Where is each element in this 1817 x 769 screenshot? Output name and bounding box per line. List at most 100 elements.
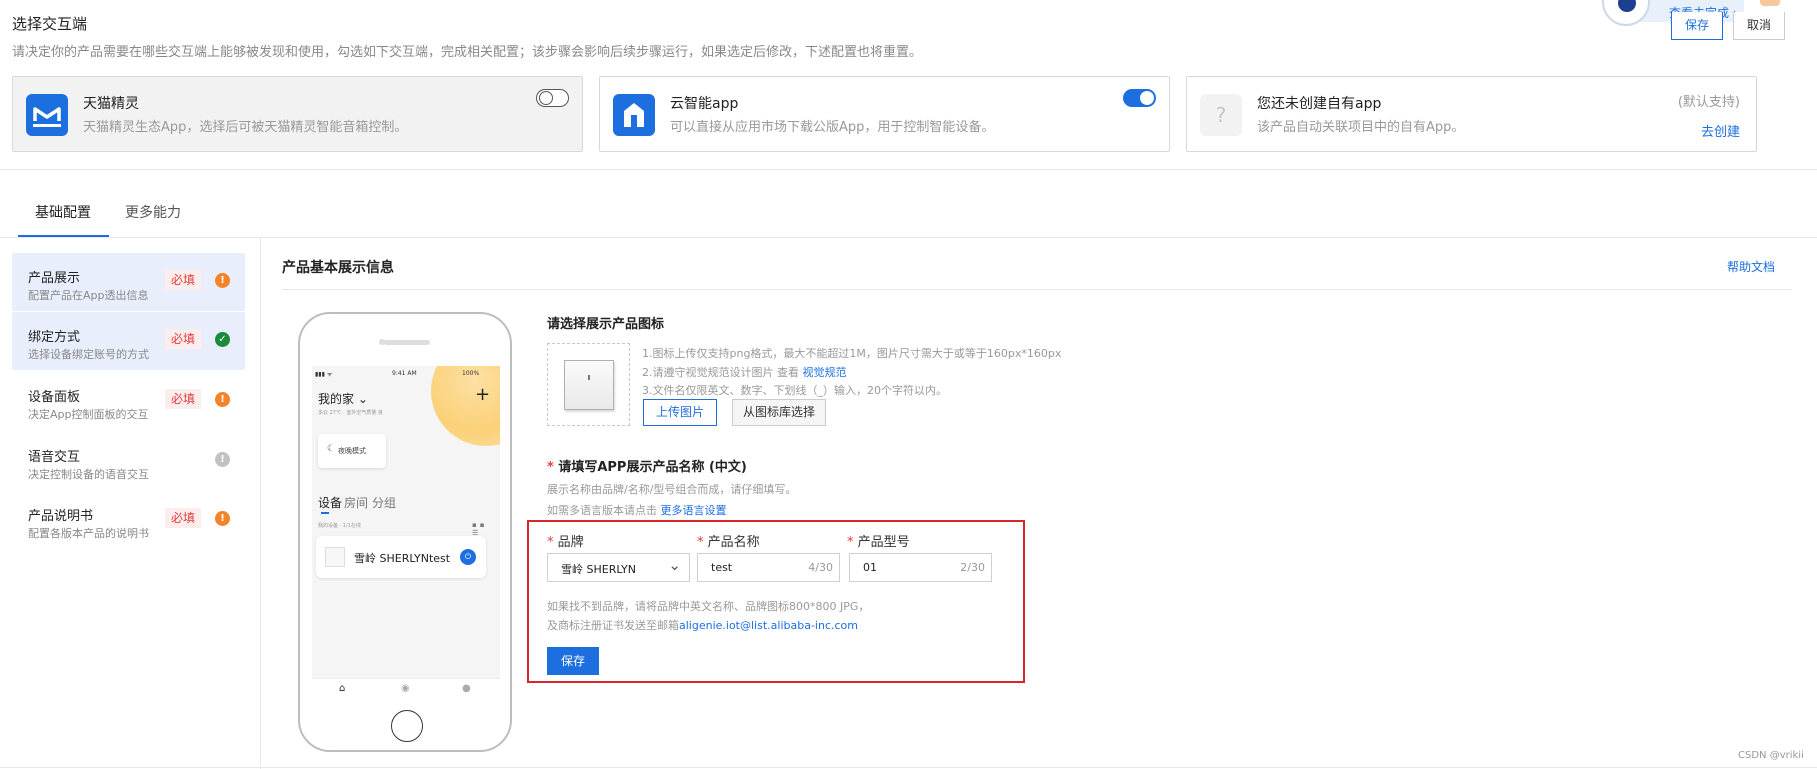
product-name-label: * 产品名称	[697, 535, 760, 550]
product-name-value: test	[711, 561, 733, 574]
create-app-link[interactable]: 去创建	[1701, 121, 1740, 140]
home-title: 我的家 ⌄	[318, 392, 368, 406]
phone-tab-groups: 分组	[372, 496, 397, 510]
top-save-button[interactable]: 保存	[1671, 12, 1723, 40]
menu-desc: 选择设备绑定账号的方式	[28, 348, 149, 361]
brand-label: * 品牌	[547, 535, 584, 550]
config-tabs: 基础配置 更多能力	[0, 182, 1817, 238]
phone-speaker	[384, 340, 430, 345]
profile-nav-icon: ●	[462, 683, 471, 694]
question-icon: ?	[1200, 94, 1242, 136]
char-count: 4/30	[808, 561, 833, 574]
home-nav-icon: ⌂	[339, 683, 346, 694]
card-own-app: ? 您还未创建自有app 该产品自动关联项目中的自有App。 (默认支持) 去创…	[1186, 76, 1757, 152]
card-cloud-app[interactable]: 云智能app 可以直接从应用市场下载公版App，用于控制智能设备。	[599, 76, 1170, 152]
sidebar-item-device-panel[interactable]: 设备面板 决定App控制面板的交互 必填 !	[12, 372, 245, 430]
card-tmall-genie[interactable]: 天猫精灵 天猫精灵生态App，选择后可被天猫精灵智能音箱控制。	[12, 76, 583, 152]
watermark: CSDN @vrikii	[1738, 750, 1804, 761]
home-weather: 多云 27℃ · 室外空气质量 良	[318, 410, 383, 416]
language-hint: 如需多语言版本请点击 更多语言设置	[547, 504, 727, 517]
card-title: 您还未创建自有app	[1257, 96, 1382, 112]
phone-home-button	[391, 710, 423, 742]
menu-desc: 决定App控制面板的交互	[28, 408, 149, 421]
config-sidebar: 产品展示 配置产品在App透出信息 必填 ! 绑定方式 选择设备绑定账号的方式 …	[0, 238, 261, 769]
required-tag: 必填	[165, 329, 201, 349]
device-name: 雪岭 SHERLYNtest	[354, 552, 451, 565]
product-model-label: * 产品型号	[847, 535, 910, 550]
brand-value: 雪岭 SHERLYN	[561, 563, 636, 576]
cloud-app-toggle[interactable]	[1123, 89, 1156, 107]
menu-desc: 决定控制设备的语音交互	[28, 468, 149, 481]
warning-icon: !	[215, 273, 230, 288]
assistant-avatar[interactable]	[1602, 0, 1650, 26]
cloud-app-icon	[613, 94, 655, 136]
card-title: 云智能app	[670, 96, 739, 112]
upload-image-button[interactable]: 上传图片	[643, 399, 717, 426]
notification-peek	[1760, 0, 1780, 6]
phone-tab-indicator	[321, 512, 329, 514]
name-section-desc: 展示名称由品牌/名称/型号组合而成，请仔细填写。	[547, 483, 797, 496]
divider	[282, 289, 1792, 290]
menu-desc: 配置产品在App透出信息	[28, 289, 149, 302]
phone-bottom-nav: ⌂ ◉ ●	[312, 678, 500, 700]
warning-icon: !	[215, 392, 230, 407]
panel-title: 产品基本展示信息	[282, 260, 394, 276]
scene-card: ☾ 夜晚模式	[318, 434, 386, 468]
visual-spec-link[interactable]: 视觉规范	[803, 366, 847, 379]
moon-icon: ☾	[327, 444, 336, 454]
top-cancel-button[interactable]: 取消	[1733, 12, 1785, 40]
brand-note-1: 如果找不到品牌，请将品牌中英文名称、品牌图标800*800 JPG，	[547, 600, 870, 613]
warning-icon: !	[215, 511, 230, 526]
section-title: 选择交互端	[12, 15, 88, 33]
brand-select[interactable]: 雪岭 SHERLYN ⌄	[547, 553, 690, 582]
phone-preview: ▮▮▮ ᯤ 9:41 AM 100% 我的家 ⌄ 多云 27℃ · 室外空气质量…	[298, 312, 512, 752]
email-link[interactable]: aligenie.iot@list.alibaba-inc.com	[679, 619, 858, 632]
tmall-genie-toggle[interactable]	[536, 89, 569, 107]
product-icon-preview	[547, 343, 630, 426]
more-language-link[interactable]: 更多语言设置	[661, 504, 727, 517]
card-desc: 天猫精灵生态App，选择后可被天猫精灵智能音箱控制。	[83, 120, 408, 135]
bottom-border	[0, 767, 1817, 768]
char-count: 2/30	[960, 561, 985, 574]
icon-library-button[interactable]: 从图标库选择	[732, 399, 826, 426]
required-tag: 必填	[165, 508, 201, 528]
default-support-tag: (默认支持)	[1677, 95, 1740, 110]
smart-nav-icon: ◉	[401, 683, 410, 694]
save-button[interactable]: 保存	[547, 647, 599, 675]
menu-title: 产品说明书	[28, 509, 94, 524]
upload-hint-1: 1.图标上传仅支持png格式，最大不能超过1M，图片尺寸需大于或等于160px*…	[642, 347, 1062, 360]
add-icon: +	[475, 384, 491, 405]
device-card: 雪岭 SHERLYNtest ⏻	[316, 536, 486, 578]
sidebar-item-product-manual[interactable]: 产品说明书 配置各版本产品的说明书 必填 !	[12, 491, 245, 549]
sidebar-item-voice-interaction[interactable]: 语音交互 决定控制设备的语音交互 !	[12, 432, 245, 490]
info-icon: !	[215, 452, 230, 467]
tmall-genie-icon	[26, 94, 68, 136]
device-thumbnail	[325, 547, 345, 567]
sidebar-item-product-display[interactable]: 产品展示 配置产品在App透出信息 必填 !	[12, 253, 245, 311]
card-desc: 该产品自动关联项目中的自有App。	[1257, 120, 1465, 135]
product-model-input[interactable]: 01 2/30	[849, 553, 992, 582]
tab-basic-config[interactable]: 基础配置	[35, 202, 91, 222]
required-tag: 必填	[165, 270, 201, 290]
check-icon: ✓	[215, 332, 230, 347]
scene-label: 夜晚模式	[338, 447, 366, 455]
menu-desc: 配置各版本产品的说明书	[28, 527, 149, 540]
weather-glow	[431, 366, 500, 446]
product-name-input[interactable]: test 4/30	[697, 553, 840, 582]
section-description: 请决定你的产品需要在哪些交互端上能够被发现和使用，勾选如下交互端，完成相关配置；…	[12, 45, 923, 60]
menu-title: 绑定方式	[28, 330, 81, 345]
phone-tab-devices: 设备	[318, 496, 343, 510]
chevron-down-icon: ⌄	[668, 556, 681, 574]
tab-active-indicator	[18, 235, 109, 237]
status-time: 9:41 AM	[392, 370, 417, 377]
brand-note-2: 及商标注册证书发送至邮箱aligenie.iot@list.alibaba-in…	[547, 619, 858, 632]
card-title: 天猫精灵	[83, 96, 139, 112]
required-tag: 必填	[165, 389, 201, 409]
menu-title: 语音交互	[28, 450, 81, 465]
upload-hint-2: 2.请遵守视觉规范设计图片 查看 视觉规范	[642, 366, 847, 379]
help-doc-link[interactable]: 帮助文档	[1727, 258, 1775, 275]
name-section-title: * 请填写APP展示产品名称 (中文)	[547, 460, 747, 475]
sidebar-item-binding-method[interactable]: 绑定方式 选择设备绑定账号的方式 必填 ✓	[12, 312, 245, 370]
tab-more-abilities[interactable]: 更多能力	[125, 202, 181, 222]
grid-list-icon: ▪▪ ☰	[472, 521, 488, 537]
